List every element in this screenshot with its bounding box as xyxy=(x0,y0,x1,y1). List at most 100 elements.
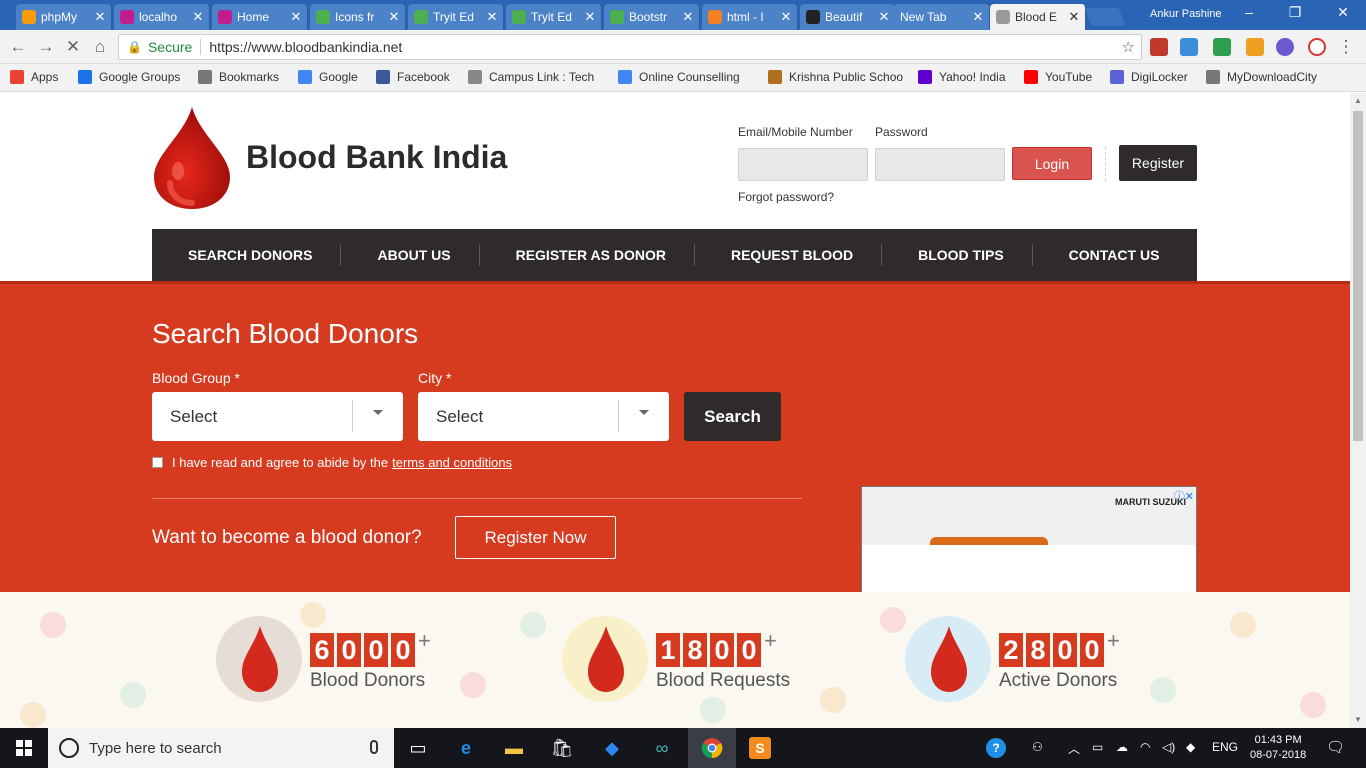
ad-close-icon[interactable]: ⓘ✕ xyxy=(1174,488,1194,504)
help-icon[interactable]: ? xyxy=(986,738,1006,758)
microphone-icon[interactable] xyxy=(370,740,378,754)
tab-close-icon[interactable]: ✕ xyxy=(971,9,985,25)
drive-extension-icon[interactable] xyxy=(1180,38,1198,56)
page-scrollbar[interactable]: ▲ ▼ xyxy=(1350,93,1366,728)
bookmark-item[interactable]: Yahoo! India xyxy=(918,70,1006,84)
nav-item-contact-us[interactable]: CONTACT US xyxy=(1033,247,1188,263)
login-button[interactable]: Login xyxy=(1012,147,1092,180)
minimize-icon[interactable]: – xyxy=(1234,4,1264,20)
bookmark-item[interactable]: Krishna Public Schoo xyxy=(768,70,903,84)
cube-extension-icon[interactable] xyxy=(1213,38,1231,56)
off-extension-icon[interactable] xyxy=(1246,38,1264,56)
dropbox-tray-icon[interactable]: ◆ xyxy=(1186,740,1195,754)
browser-tab[interactable]: phpMy ✕ xyxy=(16,4,112,30)
edge-icon[interactable]: e xyxy=(442,728,490,768)
tab-close-icon[interactable]: ✕ xyxy=(583,9,597,25)
terms-checkbox[interactable] xyxy=(152,457,163,468)
email-field[interactable] xyxy=(738,148,868,181)
nav-item-about-us[interactable]: ABOUT US xyxy=(341,247,478,263)
nav-item-register-as-donor[interactable]: REGISTER AS DONOR xyxy=(480,247,694,263)
forward-icon[interactable]: → xyxy=(36,37,56,57)
browser-tab[interactable]: Beautif ✕ xyxy=(800,4,896,30)
chrome-menu-icon[interactable]: ⋮ xyxy=(1336,37,1356,57)
nav-item-search-donors[interactable]: SEARCH DONORS xyxy=(152,247,340,263)
tab-close-icon[interactable]: ✕ xyxy=(93,9,107,25)
register-button[interactable]: Register xyxy=(1119,145,1197,181)
new-tab-button[interactable] xyxy=(1084,8,1126,26)
forgot-password-link[interactable]: Forgot password? xyxy=(738,190,834,204)
store-icon[interactable]: 🛍 xyxy=(538,728,586,768)
scroll-thumb[interactable] xyxy=(1353,111,1363,441)
bookmark-item[interactable]: Google Groups xyxy=(78,70,180,84)
browser-tab[interactable]: Tryit Ed ✕ xyxy=(408,4,504,30)
search-button[interactable]: Search xyxy=(684,392,781,441)
bookmark-item[interactable]: Facebook xyxy=(376,70,450,84)
onedrive-icon[interactable]: ☁ xyxy=(1116,740,1128,754)
dropbox-icon[interactable]: ◆ xyxy=(588,728,636,768)
browser-tab[interactable]: New Tab ✕ xyxy=(894,4,990,30)
battery-icon[interactable]: ▭ xyxy=(1092,740,1103,754)
tab-close-icon[interactable]: ✕ xyxy=(289,9,303,25)
nav-item-blood-tips[interactable]: BLOOD TIPS xyxy=(882,247,1032,263)
scroll-down-icon[interactable]: ▼ xyxy=(1354,715,1362,724)
wifi-icon[interactable]: ◠ xyxy=(1140,740,1150,754)
bookmark-extension-icon[interactable] xyxy=(1150,38,1168,56)
people-icon[interactable]: ⚇ xyxy=(1032,740,1043,754)
bookmark-item[interactable]: YouTube xyxy=(1024,70,1092,84)
browser-tab[interactable]: localho ✕ xyxy=(114,4,210,30)
bookmark-item[interactable]: MyDownloadCity xyxy=(1206,70,1317,84)
file-explorer-icon[interactable]: ▬ xyxy=(490,728,538,768)
city-select[interactable]: Select xyxy=(418,392,669,441)
stat-label: Blood Requests xyxy=(656,670,791,691)
url-text[interactable]: https://www.bloodbankindia.net xyxy=(209,39,402,55)
tab-close-icon[interactable]: ✕ xyxy=(681,9,695,25)
block-extension-icon[interactable] xyxy=(1308,38,1326,56)
browser-tab[interactable]: Tryit Ed ✕ xyxy=(506,4,602,30)
browser-tab[interactable]: Blood E ✕ xyxy=(990,4,1086,30)
taskbar-search-box[interactable]: Type here to search xyxy=(48,728,394,768)
start-button[interactable] xyxy=(0,728,48,768)
maximize-icon[interactable]: ❐ xyxy=(1280,4,1310,21)
address-bar[interactable]: 🔒 Secure https://www.bloodbankindia.net … xyxy=(118,34,1142,60)
stop-loading-icon[interactable]: ✕ xyxy=(63,37,83,57)
system-clock[interactable]: 01:43 PM 08-07-2018 xyxy=(1250,733,1306,763)
browser-tab[interactable]: Home ✕ xyxy=(212,4,308,30)
flower-decoration xyxy=(1300,692,1326,718)
task-view-icon[interactable]: ▭ xyxy=(394,728,442,768)
language-indicator[interactable]: ENG xyxy=(1212,740,1238,754)
bookmark-star-icon[interactable]: ☆ xyxy=(1122,38,1135,56)
notifications-icon[interactable]: 🗨 xyxy=(1326,738,1345,756)
browser-tab[interactable]: Bootstr ✕ xyxy=(604,4,700,30)
back-icon[interactable]: ← xyxy=(8,37,28,57)
register-now-button[interactable]: Register Now xyxy=(455,516,616,559)
tab-close-icon[interactable]: ✕ xyxy=(779,9,793,25)
profile-name[interactable]: Ankur Pashine xyxy=(1150,8,1222,20)
scroll-up-icon[interactable]: ▲ xyxy=(1354,96,1362,105)
terms-link[interactable]: terms and conditions xyxy=(392,455,512,470)
bookmark-item[interactable]: DigiLocker xyxy=(1110,70,1188,84)
tab-close-icon[interactable]: ✕ xyxy=(191,9,205,25)
tab-close-icon[interactable]: ✕ xyxy=(485,9,499,25)
password-field[interactable] xyxy=(875,148,1005,181)
sublime-text-icon[interactable]: S xyxy=(736,728,784,768)
blood-group-select[interactable]: Select xyxy=(152,392,403,441)
tab-close-icon[interactable]: ✕ xyxy=(387,9,401,25)
browser-tab[interactable]: html - I ✕ xyxy=(702,4,798,30)
site-brand[interactable]: Blood Bank India xyxy=(152,105,507,209)
bookmark-item[interactable]: Google xyxy=(298,70,358,84)
tab-close-icon[interactable]: ✕ xyxy=(1067,9,1081,25)
volume-icon[interactable]: ◁) xyxy=(1162,740,1175,754)
nav-item-request-blood[interactable]: REQUEST BLOOD xyxy=(695,247,881,263)
bookmark-item[interactable]: Apps xyxy=(10,70,58,84)
arduino-icon[interactable]: ∞ xyxy=(638,728,686,768)
bookmark-item[interactable]: Online Counselling xyxy=(618,70,740,84)
chrome-taskbar-icon[interactable] xyxy=(688,728,736,768)
shield-extension-icon[interactable] xyxy=(1276,38,1294,56)
show-hidden-icons-icon[interactable]: ︿ xyxy=(1068,740,1080,757)
close-window-icon[interactable]: ✕ xyxy=(1328,4,1358,21)
browser-tab[interactable]: Icons fr ✕ xyxy=(310,4,406,30)
bookmark-item[interactable]: Bookmarks xyxy=(198,70,279,84)
tab-close-icon[interactable]: ✕ xyxy=(877,9,891,25)
home-icon[interactable]: ⌂ xyxy=(90,37,110,57)
bookmark-item[interactable]: Campus Link : Tech xyxy=(468,70,594,84)
